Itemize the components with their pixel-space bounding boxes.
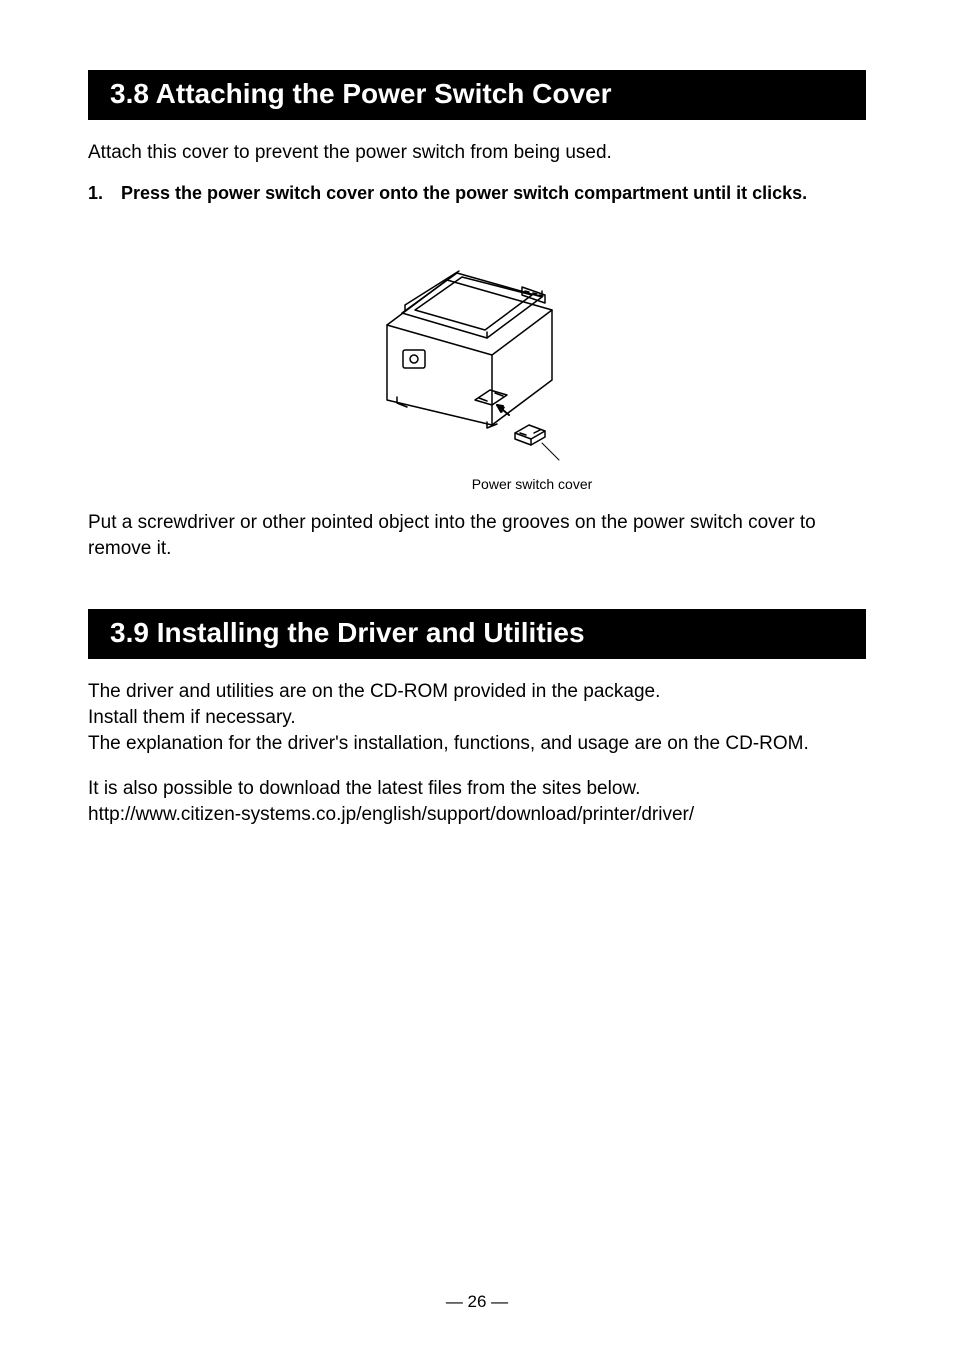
section38-removal-text: Put a screwdriver or other pointed objec… <box>88 510 866 561</box>
section39-para4: It is also possible to download the late… <box>88 778 640 799</box>
section38-step1: 1. Press the power switch cover onto the… <box>88 182 866 205</box>
section39-para-group1: The driver and utilities are on the CD-R… <box>88 679 866 730</box>
step-text: Press the power switch cover onto the po… <box>121 182 807 205</box>
page-number: — 26 — <box>0 1292 954 1312</box>
section-heading-39: 3.9 Installing the Driver and Utilities <box>88 609 866 659</box>
figure-caption: Power switch cover <box>198 476 866 492</box>
printer-illustration <box>327 225 627 475</box>
printer-figure: Power switch cover <box>88 225 866 492</box>
section39-para1: The driver and utilities are on the CD-R… <box>88 681 660 702</box>
section39-para2: Install them if necessary. <box>88 707 296 728</box>
section39-para3: The explanation for the driver's install… <box>88 731 866 757</box>
section39-download-block: It is also possible to download the late… <box>88 776 866 827</box>
step-number: 1. <box>88 182 103 205</box>
section39-url: http://www.citizen-systems.co.jp/english… <box>88 804 694 825</box>
section38-intro: Attach this cover to prevent the power s… <box>88 140 866 166</box>
section-heading-38: 3.8 Attaching the Power Switch Cover <box>88 70 866 120</box>
